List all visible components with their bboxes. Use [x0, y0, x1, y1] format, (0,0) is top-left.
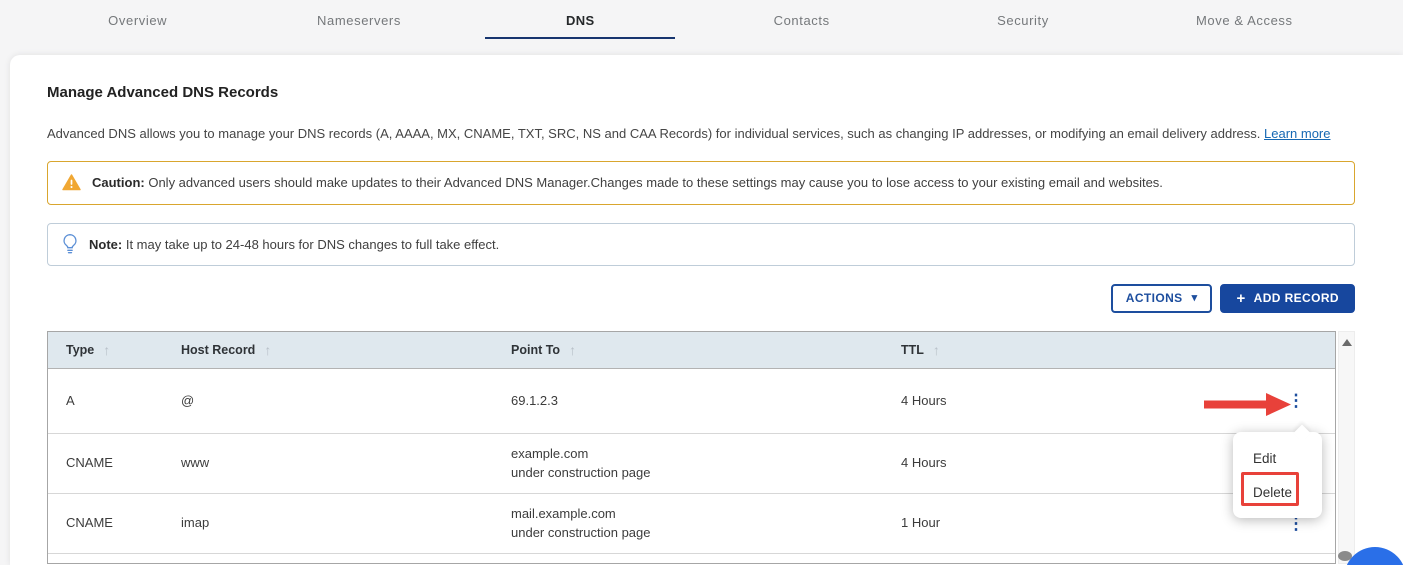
point-to-line2: under construction page [511, 525, 651, 541]
column-header-point-to[interactable]: Point To ↑ [493, 332, 883, 368]
note-banner: Note: It may take up to 24-48 hours for … [47, 222, 1355, 266]
sort-ascending-icon[interactable]: ↑ [103, 342, 110, 358]
tab-move-access[interactable]: Move & Access [1134, 0, 1355, 40]
cell-ttl: 4 Hours [901, 392, 947, 408]
tab-security[interactable]: Security [912, 0, 1133, 40]
caution-label: Caution: [92, 175, 145, 191]
add-record-button-label: ADD RECORD [1253, 291, 1339, 306]
dns-records-table: Type ↑ Host Record ↑ Point To ↑ TTL ↑ A … [47, 330, 1336, 564]
menu-item-edit[interactable]: Edit [1233, 441, 1322, 475]
tab-dns[interactable]: DNS [470, 0, 691, 40]
add-record-button[interactable]: + ADD RECORD [1220, 283, 1355, 313]
scroll-up-icon[interactable] [1341, 338, 1352, 346]
tab-label: Move & Access [1195, 12, 1293, 28]
learn-more-link[interactable]: Learn more [1264, 126, 1330, 141]
table-row: CNAME imap mail.example.com under constr… [48, 492, 1335, 553]
tab-nameservers[interactable]: Nameservers [248, 0, 469, 40]
column-label: Host Record [181, 342, 256, 357]
note-body: It may take up to 24-48 hours for DNS ch… [125, 236, 500, 252]
column-header-ttl[interactable]: TTL ↑ [883, 332, 1257, 368]
warning-icon [62, 174, 81, 191]
red-arrow-annotation [1204, 393, 1291, 416]
caret-down-icon: ▾ [1191, 291, 1198, 304]
table-row: A @ 69.1.2.3 4 Hours ⋮ [48, 368, 1335, 433]
table-header-row: Type ↑ Host Record ↑ Point To ↑ TTL ↑ [48, 331, 1335, 369]
domain-tabs: Overview Nameservers DNS Contacts Securi… [27, 0, 1355, 40]
point-to-line2: under construction page [511, 465, 651, 481]
tab-label: Overview [108, 12, 168, 28]
point-to-line1: example.com [511, 445, 589, 461]
cell-host-record: @ [181, 392, 195, 408]
point-to-line1: 69.1.2.3 [511, 392, 558, 408]
caution-text: Caution: Only advanced users should make… [92, 175, 1163, 190]
cell-host-record: www [181, 455, 210, 471]
note-text: Note: It may take up to 24-48 hours for … [89, 237, 499, 252]
plus-icon: + [1236, 289, 1246, 307]
lightbulb-icon [63, 234, 77, 254]
table-scrollbar[interactable] [1338, 330, 1355, 564]
note-label: Note: [89, 236, 123, 252]
tab-label: Security [997, 12, 1049, 28]
column-header-host-record[interactable]: Host Record ↑ [163, 332, 493, 368]
cell-ttl: 1 Hour [901, 515, 941, 531]
sort-ascending-icon[interactable]: ↑ [933, 342, 940, 358]
column-label: Point To [511, 342, 561, 357]
sort-ascending-icon[interactable]: ↑ [569, 342, 576, 358]
cell-type: CNAME [66, 515, 113, 531]
records-table-region: Type ↑ Host Record ↑ Point To ↑ TTL ↑ A … [47, 330, 1355, 564]
tab-label: DNS [565, 12, 595, 28]
page-title: Manage Advanced DNS Records [47, 84, 279, 101]
tab-overview[interactable]: Overview [27, 0, 248, 40]
page-description: Advanced DNS allows you to manage your D… [47, 125, 1355, 143]
actions-button[interactable]: ACTIONS ▾ [1110, 283, 1213, 313]
cell-host-record: imap [181, 515, 210, 531]
cell-type: A [66, 392, 75, 408]
delete-highlight-annotation [1241, 472, 1299, 506]
column-label: TTL [901, 342, 924, 357]
cell-point-to: mail.example.com under construction page [493, 494, 883, 553]
description-text: Advanced DNS allows you to manage your D… [47, 126, 1261, 141]
point-to-line1: mail.example.com [511, 505, 616, 521]
tab-contacts[interactable]: Contacts [691, 0, 912, 40]
table-toolbar: ACTIONS ▾ + ADD RECORD [47, 283, 1355, 313]
cell-ttl: 4 Hours [901, 455, 947, 471]
table-row [48, 552, 1335, 563]
cell-point-to: example.com under construction page [493, 434, 883, 493]
dns-panel: Manage Advanced DNS Records Advanced DNS… [10, 55, 1403, 565]
tab-label: Contacts [773, 12, 830, 28]
active-tab-underline [485, 37, 676, 39]
column-header-type[interactable]: Type ↑ [48, 332, 163, 368]
caution-body: Only advanced users should make updates … [148, 175, 1163, 191]
column-label: Type [66, 342, 95, 357]
cell-point-to: 69.1.2.3 [493, 369, 883, 433]
cell-type: CNAME [66, 455, 113, 471]
actions-button-label: ACTIONS [1125, 291, 1183, 306]
column-header-actions [1257, 332, 1335, 368]
table-row: CNAME www example.com under construction… [48, 432, 1335, 493]
tab-label: Nameservers [317, 12, 401, 28]
caution-banner: Caution: Only advanced users should make… [47, 160, 1355, 205]
sort-ascending-icon[interactable]: ↑ [264, 342, 271, 358]
